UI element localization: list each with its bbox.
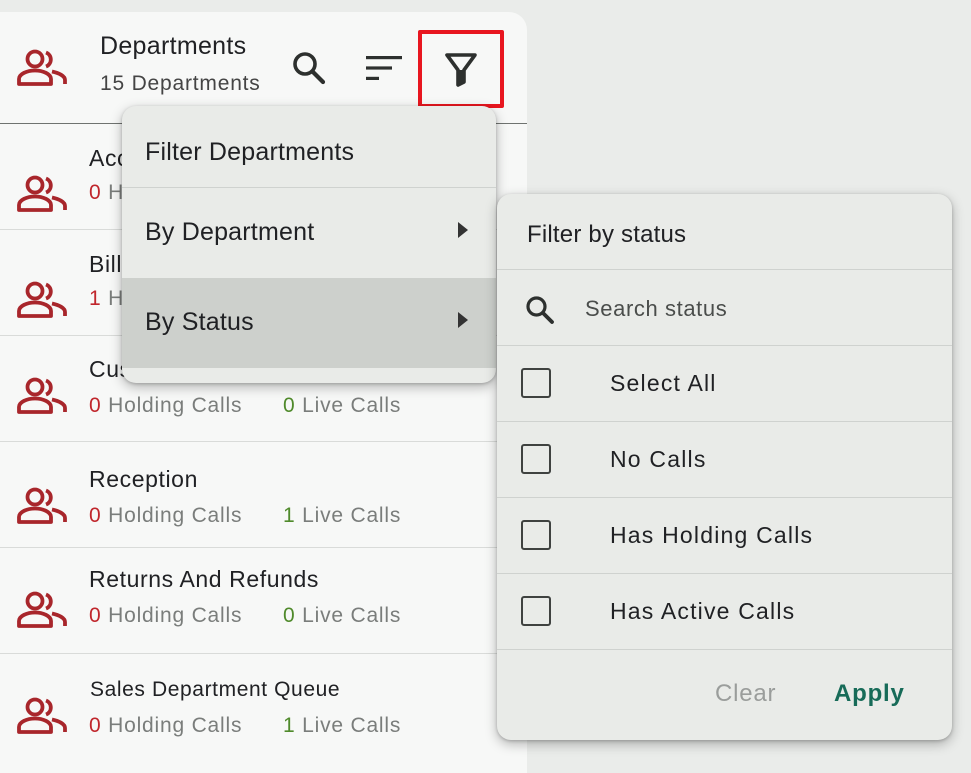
divider	[497, 269, 952, 270]
menu-title: Filter Departments	[145, 138, 355, 166]
live-calls: 0 Live Calls	[283, 604, 401, 628]
chevron-right-icon	[458, 222, 468, 238]
option-label: Has Holding Calls	[610, 522, 814, 548]
page-title: Departments	[100, 32, 247, 60]
menu-item-by-status[interactable]: By Status	[122, 278, 496, 368]
option-no-calls[interactable]: No Calls	[497, 422, 952, 498]
live-count: 0	[283, 604, 296, 627]
holding-calls: 0 H	[89, 181, 124, 205]
checkbox[interactable]	[521, 596, 551, 626]
people-icon	[17, 591, 67, 628]
people-icon	[17, 49, 67, 86]
holding-count: 1	[89, 287, 102, 310]
live-calls: 1 Live Calls	[283, 714, 401, 738]
people-icon	[17, 377, 67, 414]
filter-departments-menu: Filter Departments By Department By Stat…	[122, 106, 496, 383]
live-label: Live Calls	[302, 604, 402, 627]
option-has-active-calls[interactable]: Has Active Calls	[497, 574, 952, 650]
holding-label: Holding Calls	[108, 504, 243, 527]
search-icon	[293, 52, 326, 85]
holding-label: Holding Calls	[108, 394, 243, 417]
holding-label: Holding Calls	[108, 604, 243, 627]
filter-button[interactable]	[418, 30, 504, 108]
holding-calls: 0 Holding Calls	[89, 604, 242, 628]
department-name: Returns And Refunds	[89, 566, 320, 592]
live-label: Live Calls	[302, 714, 402, 737]
people-icon	[17, 487, 67, 524]
search-icon	[526, 296, 554, 324]
apply-button[interactable]: Apply	[834, 680, 905, 708]
sort-icon	[366, 56, 402, 80]
checkbox[interactable]	[521, 444, 551, 474]
option-label: No Calls	[610, 446, 707, 472]
search-button[interactable]	[284, 46, 334, 90]
holding-label: Holding Calls	[108, 714, 243, 737]
holding-calls: 0 Holding Calls	[89, 394, 242, 418]
menu-item-by-department[interactable]: By Department	[122, 188, 496, 278]
department-row[interactable]: Returns And Refunds 0 Holding Calls 0 Li…	[0, 548, 527, 654]
people-icon	[17, 281, 67, 318]
holding-calls: 1 H	[89, 287, 124, 311]
department-count: 15 Departments	[100, 72, 261, 95]
divider	[497, 649, 952, 650]
people-icon	[17, 697, 67, 734]
holding-count: 0	[89, 714, 102, 737]
people-icon	[17, 175, 67, 212]
status-filter-panel: Filter by status Select All No Calls Has…	[497, 194, 952, 740]
option-select-all[interactable]: Select All	[497, 346, 952, 422]
live-calls: 0 Live Calls	[283, 394, 401, 418]
holding-count: 0	[89, 394, 102, 417]
menu-item-label: By Status	[145, 308, 254, 336]
department-name: Sales Department Queue	[90, 678, 341, 701]
live-calls: 1 Live Calls	[283, 504, 401, 528]
live-count: 1	[283, 504, 296, 527]
sort-button[interactable]	[360, 46, 408, 90]
status-search-input[interactable]	[585, 292, 925, 326]
filter-icon	[445, 53, 477, 87]
holding-calls: 0 Holding Calls	[89, 504, 242, 528]
menu-item-label: By Department	[145, 218, 315, 246]
holding-count: 0	[89, 604, 102, 627]
department-name: Bill	[89, 251, 123, 277]
status-filter-title: Filter by status	[527, 221, 687, 248]
live-count: 0	[283, 394, 296, 417]
live-label: Live Calls	[302, 394, 402, 417]
chevron-right-icon	[458, 312, 468, 328]
checkbox[interactable]	[521, 368, 551, 398]
holding-count: 0	[89, 181, 102, 204]
option-label: Select All	[610, 370, 717, 396]
department-name: Reception	[89, 466, 198, 492]
live-count: 1	[283, 714, 296, 737]
department-row[interactable]: Sales Department Queue 0 Holding Calls 1…	[0, 654, 527, 759]
option-has-holding-calls[interactable]: Has Holding Calls	[497, 498, 952, 574]
clear-button[interactable]: Clear	[715, 680, 776, 708]
holding-count: 0	[89, 504, 102, 527]
checkbox[interactable]	[521, 520, 551, 550]
holding-calls: 0 Holding Calls	[89, 714, 242, 738]
live-label: Live Calls	[302, 504, 402, 527]
option-label: Has Active Calls	[610, 598, 796, 624]
department-row[interactable]: Reception 0 Holding Calls 1 Live Calls	[0, 442, 527, 548]
